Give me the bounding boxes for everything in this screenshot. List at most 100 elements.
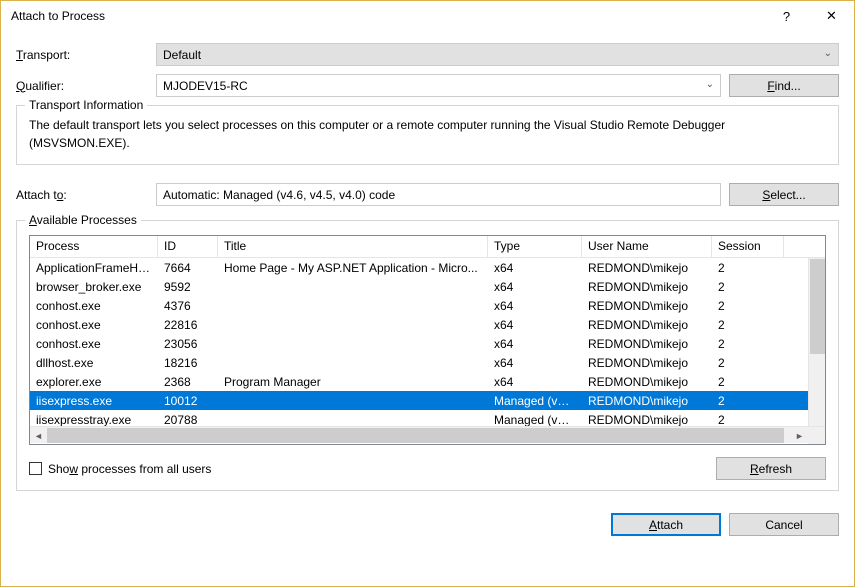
cell: REDMOND\mikejo bbox=[582, 354, 712, 372]
available-processes-legend: Available Processes bbox=[25, 213, 141, 227]
cell: x64 bbox=[488, 259, 582, 277]
attach-button[interactable]: Attach bbox=[611, 513, 721, 536]
cell: 2 bbox=[712, 259, 784, 277]
cell: 7664 bbox=[158, 259, 218, 277]
qualifier-combo[interactable]: MJODEV15-RC ⌄ bbox=[156, 74, 721, 97]
cell: conhost.exe bbox=[30, 297, 158, 315]
qualifier-label: Qualifier: bbox=[16, 79, 156, 93]
cell: 18216 bbox=[158, 354, 218, 372]
cell: x64 bbox=[488, 278, 582, 296]
window-title: Attach to Process bbox=[11, 9, 764, 23]
select-button[interactable]: Select... bbox=[729, 183, 839, 206]
show-all-users-label: Show processes from all users bbox=[48, 462, 211, 476]
scroll-thumb[interactable] bbox=[47, 428, 784, 443]
cancel-button[interactable]: Cancel bbox=[729, 513, 839, 536]
cell: 9592 bbox=[158, 278, 218, 296]
transport-combo[interactable]: Default ⌄ bbox=[156, 43, 839, 66]
cell: 2 bbox=[712, 354, 784, 372]
cell: x64 bbox=[488, 354, 582, 372]
chevron-down-icon: ⌄ bbox=[706, 79, 714, 90]
table-row[interactable]: conhost.exe22816x64REDMOND\mikejo2 bbox=[30, 315, 825, 334]
cell: Program Manager bbox=[218, 373, 488, 391]
table-row[interactable]: conhost.exe23056x64REDMOND\mikejo2 bbox=[30, 334, 825, 353]
cell: 2368 bbox=[158, 373, 218, 391]
cell: 2 bbox=[712, 278, 784, 296]
cell: 2 bbox=[712, 373, 784, 391]
col-process[interactable]: Process bbox=[30, 236, 158, 257]
transport-info-text: The default transport lets you select pr… bbox=[29, 116, 826, 152]
col-user[interactable]: User Name bbox=[582, 236, 712, 257]
horizontal-scrollbar[interactable]: ◄ ► bbox=[30, 426, 825, 443]
cell: 2 bbox=[712, 316, 784, 334]
checkbox-box[interactable] bbox=[29, 462, 42, 475]
col-id[interactable]: ID bbox=[158, 236, 218, 257]
cell: Home Page - My ASP.NET Application - Mic… bbox=[218, 259, 488, 277]
qualifier-value: MJODEV15-RC bbox=[163, 79, 248, 93]
cell bbox=[218, 361, 488, 365]
cell: REDMOND\mikejo bbox=[582, 259, 712, 277]
cell: conhost.exe bbox=[30, 316, 158, 334]
cell: 23056 bbox=[158, 335, 218, 353]
cell: browser_broker.exe bbox=[30, 278, 158, 296]
cell bbox=[218, 342, 488, 346]
scroll-thumb[interactable] bbox=[810, 259, 825, 354]
help-button[interactable]: ? bbox=[764, 1, 809, 31]
cell: iisexpress.exe bbox=[30, 392, 158, 410]
cell: REDMOND\mikejo bbox=[582, 335, 712, 353]
cell bbox=[218, 399, 488, 403]
cell: x64 bbox=[488, 316, 582, 334]
scroll-right-arrow[interactable]: ► bbox=[791, 427, 808, 444]
cell: explorer.exe bbox=[30, 373, 158, 391]
cell: REDMOND\mikejo bbox=[582, 297, 712, 315]
table-row[interactable]: dllhost.exe18216 x64REDMOND\mikejo2 bbox=[30, 353, 825, 372]
cell: ApplicationFrameHos... bbox=[30, 259, 158, 277]
table-row[interactable]: iisexpresstray.exe20788 Managed (v4....RE… bbox=[30, 410, 825, 426]
table-row[interactable]: browser_broker.exe9592 x64REDMOND\mikejo2 bbox=[30, 277, 825, 296]
cell: x64 bbox=[488, 335, 582, 353]
table-row[interactable]: conhost.exe4376 x64REDMOND\mikejo2 bbox=[30, 296, 825, 315]
cell: 4376 bbox=[158, 297, 218, 315]
col-session[interactable]: Session bbox=[712, 236, 784, 257]
table-header: Process ID Title Type User Name Session bbox=[30, 236, 825, 258]
refresh-button[interactable]: Refresh bbox=[716, 457, 826, 480]
cell: REDMOND\mikejo bbox=[582, 411, 712, 427]
title-bar: Attach to Process ? ✕ bbox=[1, 1, 854, 31]
cell: REDMOND\mikejo bbox=[582, 392, 712, 410]
cell bbox=[218, 304, 488, 308]
table-row[interactable]: ApplicationFrameHos...7664Home Page - My… bbox=[30, 258, 825, 277]
scroll-left-arrow[interactable]: ◄ bbox=[30, 427, 47, 444]
chevron-down-icon: ⌄ bbox=[824, 48, 832, 59]
cell: x64 bbox=[488, 297, 582, 315]
vertical-scrollbar[interactable] bbox=[808, 258, 825, 426]
attach-to-label: Attach to: bbox=[16, 188, 156, 202]
table-body[interactable]: ApplicationFrameHos...7664Home Page - My… bbox=[30, 258, 825, 426]
attach-to-value: Automatic: Managed (v4.6, v4.5, v4.0) co… bbox=[156, 183, 721, 206]
cell bbox=[218, 323, 488, 327]
cell: REDMOND\mikejo bbox=[582, 278, 712, 296]
table-row[interactable]: iisexpress.exe10012 Managed (v4....REDMON… bbox=[30, 391, 825, 410]
cell: 22816 bbox=[158, 316, 218, 334]
cell: 2 bbox=[712, 297, 784, 315]
available-processes-group: Available Processes Process ID Title Typ… bbox=[16, 220, 839, 491]
cell: Managed (v4.... bbox=[488, 411, 582, 427]
col-type[interactable]: Type bbox=[488, 236, 582, 257]
transport-value: Default bbox=[163, 48, 201, 62]
cell: Managed (v4.... bbox=[488, 392, 582, 410]
find-button[interactable]: Find... bbox=[729, 74, 839, 97]
cell bbox=[218, 285, 488, 289]
transport-info-legend: Transport Information bbox=[25, 98, 147, 112]
transport-info-group: Transport Information The default transp… bbox=[16, 105, 839, 165]
close-button[interactable]: ✕ bbox=[809, 1, 854, 31]
cell: conhost.exe bbox=[30, 335, 158, 353]
cell: iisexpresstray.exe bbox=[30, 411, 158, 427]
cell bbox=[218, 418, 488, 422]
cell: 2 bbox=[712, 392, 784, 410]
col-title[interactable]: Title bbox=[218, 236, 488, 257]
table-row[interactable]: explorer.exe2368Program Managerx64REDMON… bbox=[30, 372, 825, 391]
show-all-users-checkbox[interactable]: Show processes from all users bbox=[29, 462, 211, 476]
cell: x64 bbox=[488, 373, 582, 391]
process-table[interactable]: Process ID Title Type User Name Session … bbox=[29, 235, 826, 445]
cell: dllhost.exe bbox=[30, 354, 158, 372]
cell: 20788 bbox=[158, 411, 218, 427]
cell: 10012 bbox=[158, 392, 218, 410]
